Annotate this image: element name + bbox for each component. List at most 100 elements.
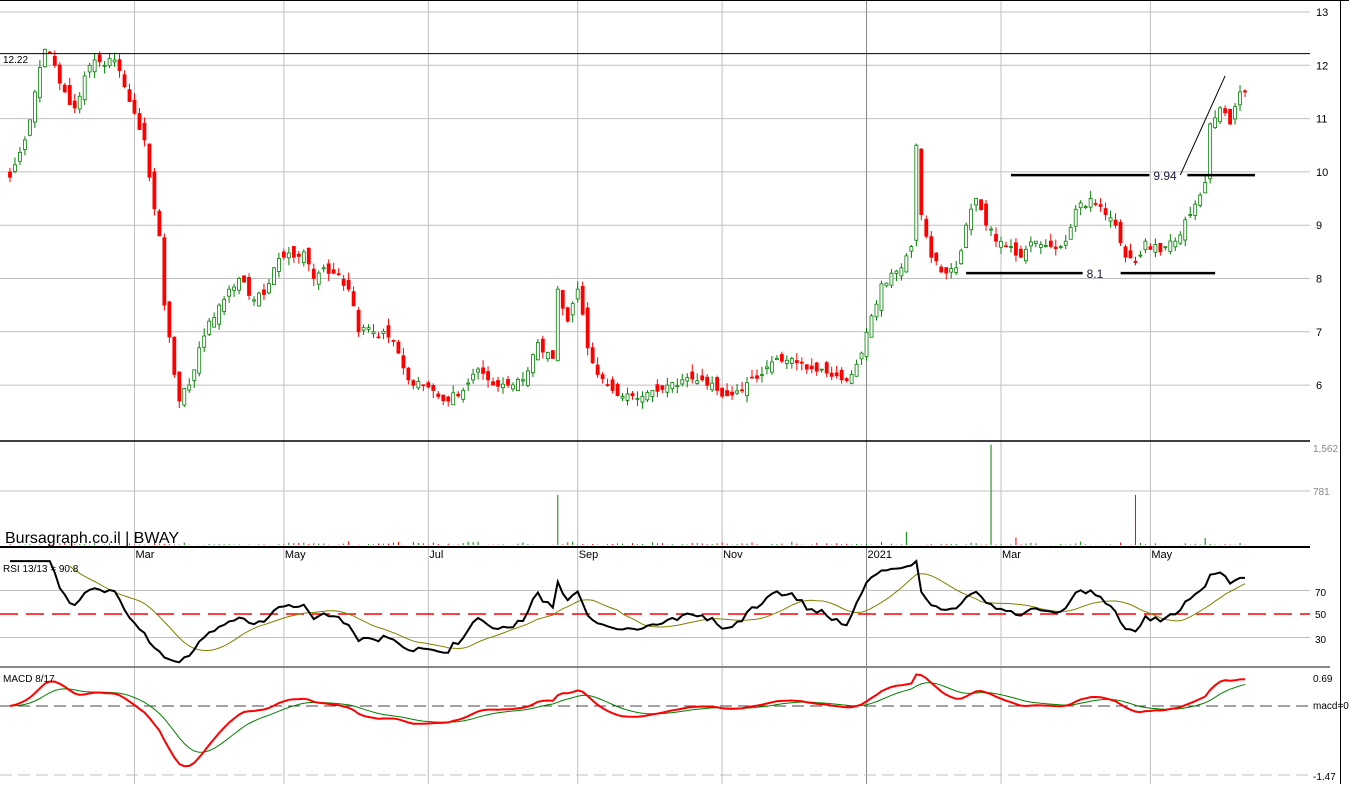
candle-up (92, 59, 97, 73)
volume-bars (9, 444, 1246, 545)
candle-up (889, 272, 894, 286)
axis-labels: 6 7 8 9 10 11 12 13 Mar May Jul Sep Nov 2021 Mar May (135, 7, 1328, 561)
macd-panel (9, 673, 1246, 768)
candle-up (760, 374, 764, 376)
price-candles (8, 48, 1247, 409)
candle-down (1243, 90, 1247, 93)
candle-up (775, 358, 779, 361)
candle-down (580, 286, 585, 315)
candle-down (436, 393, 441, 397)
candle-up (1038, 244, 1043, 248)
candle-up (267, 283, 271, 294)
candle-up (23, 139, 27, 150)
candle-down (8, 171, 12, 178)
candle-down (506, 379, 510, 386)
month-label: 2021 (868, 549, 892, 561)
candle-down (994, 234, 998, 242)
panel-borders (0, 0, 1349, 784)
candle-down (660, 385, 665, 390)
candle-down (705, 376, 710, 386)
candle-down (456, 393, 461, 397)
candle-down (919, 148, 924, 215)
candle-down (52, 55, 57, 66)
candle-up (535, 342, 540, 361)
candle-up (1183, 219, 1188, 241)
candle-up (530, 354, 535, 374)
candle-down (406, 367, 411, 381)
candle-up (1068, 226, 1073, 240)
candle-down (311, 268, 316, 279)
candle-up (765, 366, 769, 369)
candle-down (411, 380, 416, 386)
candle-down (441, 394, 446, 402)
candle-down (655, 384, 660, 392)
candle-up (904, 255, 909, 273)
candle-down (944, 267, 949, 274)
candle-down (431, 385, 436, 391)
candle-down (605, 384, 610, 386)
candle-down (177, 371, 182, 402)
candle-up (1009, 246, 1013, 248)
candle-down (351, 291, 356, 307)
candle-up (695, 380, 700, 384)
candle-up (237, 278, 241, 291)
candle-down (1113, 219, 1118, 226)
candle-up (545, 352, 550, 360)
candle-up (276, 257, 281, 272)
candle-down (725, 390, 729, 397)
candle-down (167, 301, 172, 338)
candle-up (854, 363, 859, 377)
candle-up (257, 292, 261, 307)
candle-down (720, 387, 725, 397)
candle-up (13, 164, 17, 172)
candle-up (635, 397, 640, 400)
candle-down (142, 122, 147, 141)
candle-up (222, 298, 227, 312)
level-12-22-label: 12.22 (3, 55, 28, 66)
candle-up (1163, 246, 1168, 249)
candle-up (745, 382, 749, 397)
candle-up (217, 304, 222, 325)
candle-up (321, 267, 326, 270)
candle-down (122, 74, 127, 88)
rsi-line (10, 559, 1245, 664)
candle-up (999, 240, 1003, 248)
candle-down (396, 341, 401, 354)
candle-down (1118, 221, 1123, 244)
rsi-level-30: 30 (1315, 635, 1327, 646)
candle-up (112, 59, 117, 63)
candle-down (486, 371, 490, 381)
candle-up (555, 288, 560, 362)
candle-down (296, 253, 301, 257)
candle-up (640, 396, 645, 403)
volume-tick-mid: 781 (1313, 487, 1330, 498)
candle-up (18, 151, 22, 162)
candle-up (366, 327, 371, 330)
candle-up (232, 286, 236, 291)
candle-down (152, 171, 157, 210)
candle-down (630, 393, 635, 397)
candle-up (680, 379, 685, 385)
candle-up (42, 48, 47, 68)
candle-down (62, 84, 67, 93)
candle-up (914, 144, 919, 241)
candle-down (1158, 242, 1163, 253)
candle-up (501, 383, 505, 389)
candle-down (839, 369, 844, 381)
candle-down (595, 364, 600, 375)
candle-down (291, 246, 296, 258)
candle-up (1198, 194, 1203, 206)
candle-up (1233, 106, 1237, 120)
candle-up (620, 396, 625, 399)
candle-down (1014, 242, 1018, 256)
candle-up (770, 361, 774, 373)
candle-down (331, 269, 336, 274)
candle-up (77, 95, 82, 110)
candle-down (496, 380, 500, 387)
volume-tick-max: 1,562 (1313, 444, 1338, 455)
candle-down (426, 382, 431, 388)
candle-down (615, 383, 620, 397)
candle-up (1083, 206, 1088, 209)
candle-up (416, 381, 421, 389)
candle-down (814, 362, 819, 372)
